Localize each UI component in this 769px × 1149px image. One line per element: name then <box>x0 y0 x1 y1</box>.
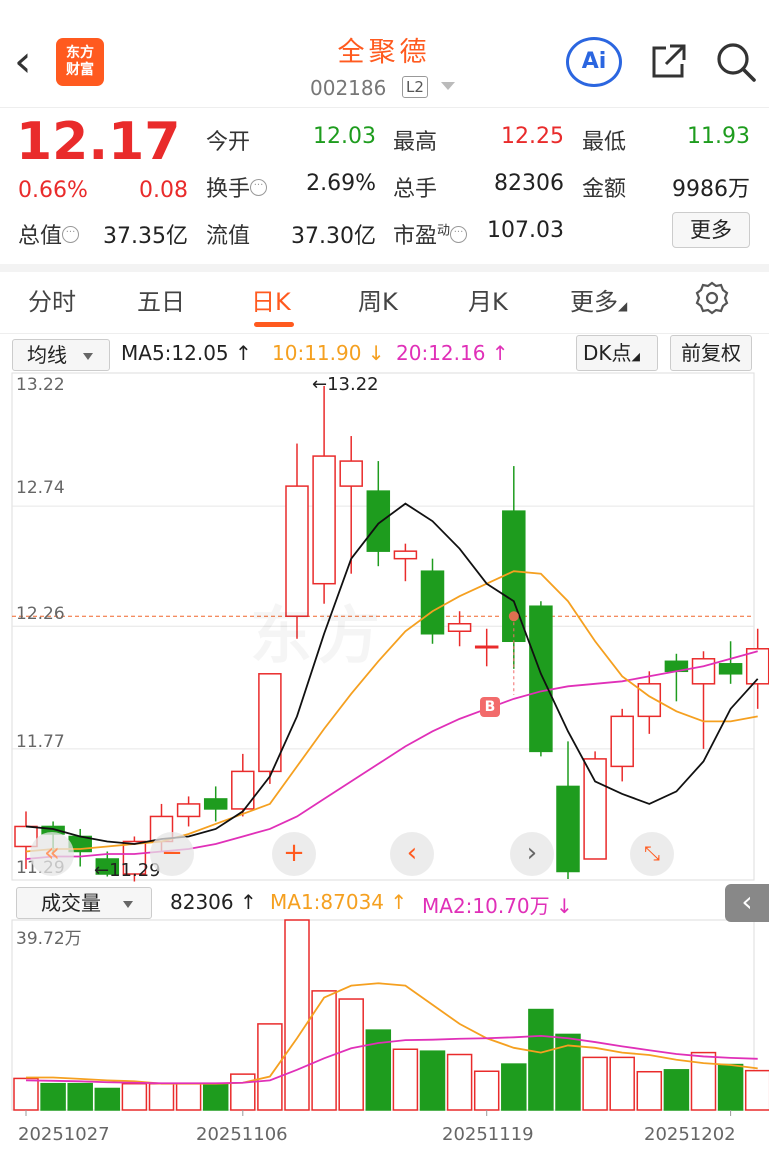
volume-bar <box>446 1053 473 1111</box>
candle-body <box>339 460 363 487</box>
candle-body <box>474 645 499 649</box>
caret-down-icon <box>123 901 133 908</box>
volume-bar <box>202 1082 229 1111</box>
candle-body <box>447 622 472 633</box>
volume-bar <box>13 1077 39 1111</box>
zoom-out-icon[interactable]: − <box>150 832 194 876</box>
candle-body <box>610 715 634 768</box>
price-axis-label: 11.77 <box>16 732 65 752</box>
scroll-left-fast-icon[interactable]: « <box>30 832 74 876</box>
volume-ma1-line <box>26 982 758 1085</box>
volume-select-label: 成交量 <box>41 891 101 915</box>
volume-bar <box>609 1056 635 1111</box>
volume-bar <box>284 919 310 1111</box>
volume-indicator-select[interactable]: 成交量 <box>16 887 152 919</box>
candle-body <box>176 803 201 818</box>
volume-bar <box>392 1048 419 1111</box>
candle-body <box>583 758 607 860</box>
candle-body <box>203 798 228 810</box>
scroll-left-icon[interactable]: ‹ <box>390 832 434 876</box>
collapse-panel-icon[interactable]: ‹ <box>725 884 769 922</box>
volume-bar <box>94 1087 121 1111</box>
zoom-in-icon[interactable]: + <box>272 832 316 876</box>
buy-signal-badge[interactable]: B <box>480 697 500 717</box>
date-label: 20251119 <box>442 1124 534 1145</box>
candle-body <box>556 785 580 873</box>
date-label: 20251027 <box>18 1124 110 1145</box>
date-label: 20251202 <box>644 1124 736 1145</box>
min-price-marker: ←11.29 <box>94 860 161 881</box>
price-axis-label: 13.22 <box>16 375 65 395</box>
volume-bar <box>419 1050 446 1111</box>
scroll-right-icon[interactable]: › <box>510 832 554 876</box>
candle-body <box>366 490 391 552</box>
candle-body <box>231 770 255 810</box>
price-axis-label: 12.74 <box>16 478 65 498</box>
candle-body <box>718 663 743 675</box>
buy-signal-dot <box>508 611 519 622</box>
price-axis-label: 12.26 <box>16 604 65 624</box>
volume-bar <box>121 1082 148 1111</box>
volume-bar <box>582 1056 608 1111</box>
volume-bar <box>67 1082 93 1111</box>
volume-bar <box>473 1070 500 1111</box>
volume-bar <box>40 1082 66 1111</box>
fullscreen-icon[interactable]: ⤡ <box>630 832 674 876</box>
volume-bar <box>744 1069 769 1111</box>
volume-bar <box>257 1023 283 1111</box>
volume-bar <box>338 998 364 1111</box>
watermark-logo: 东方 <box>250 585 386 675</box>
volume-value: 82306 ↑ <box>170 890 257 914</box>
kline-chart[interactable] <box>0 0 769 1149</box>
date-label: 20251106 <box>196 1124 288 1145</box>
volume-bar <box>717 1063 744 1111</box>
volume-bar <box>148 1082 175 1111</box>
volume-ma1: MA1:87034 ↑ <box>270 890 408 914</box>
candle-body <box>529 605 553 753</box>
candle-body <box>312 455 336 585</box>
volume-ma2: MA2:10.70万 ↓ <box>422 894 573 918</box>
candle-body <box>420 570 445 635</box>
ma20-line <box>25 650 758 860</box>
ma5-line <box>25 502 759 845</box>
max-price-marker: ←13.22 <box>312 374 379 395</box>
volume-bar <box>175 1082 202 1111</box>
candle-body <box>258 673 282 773</box>
candle-body <box>691 658 716 685</box>
candle-body <box>393 550 418 560</box>
volume-bar <box>528 1008 554 1111</box>
volume-bar <box>230 1073 256 1111</box>
volume-bar <box>501 1063 527 1111</box>
volume-axis-label: 39.72万 <box>16 929 82 949</box>
volume-bar <box>636 1070 663 1111</box>
volume-bar <box>663 1069 690 1111</box>
